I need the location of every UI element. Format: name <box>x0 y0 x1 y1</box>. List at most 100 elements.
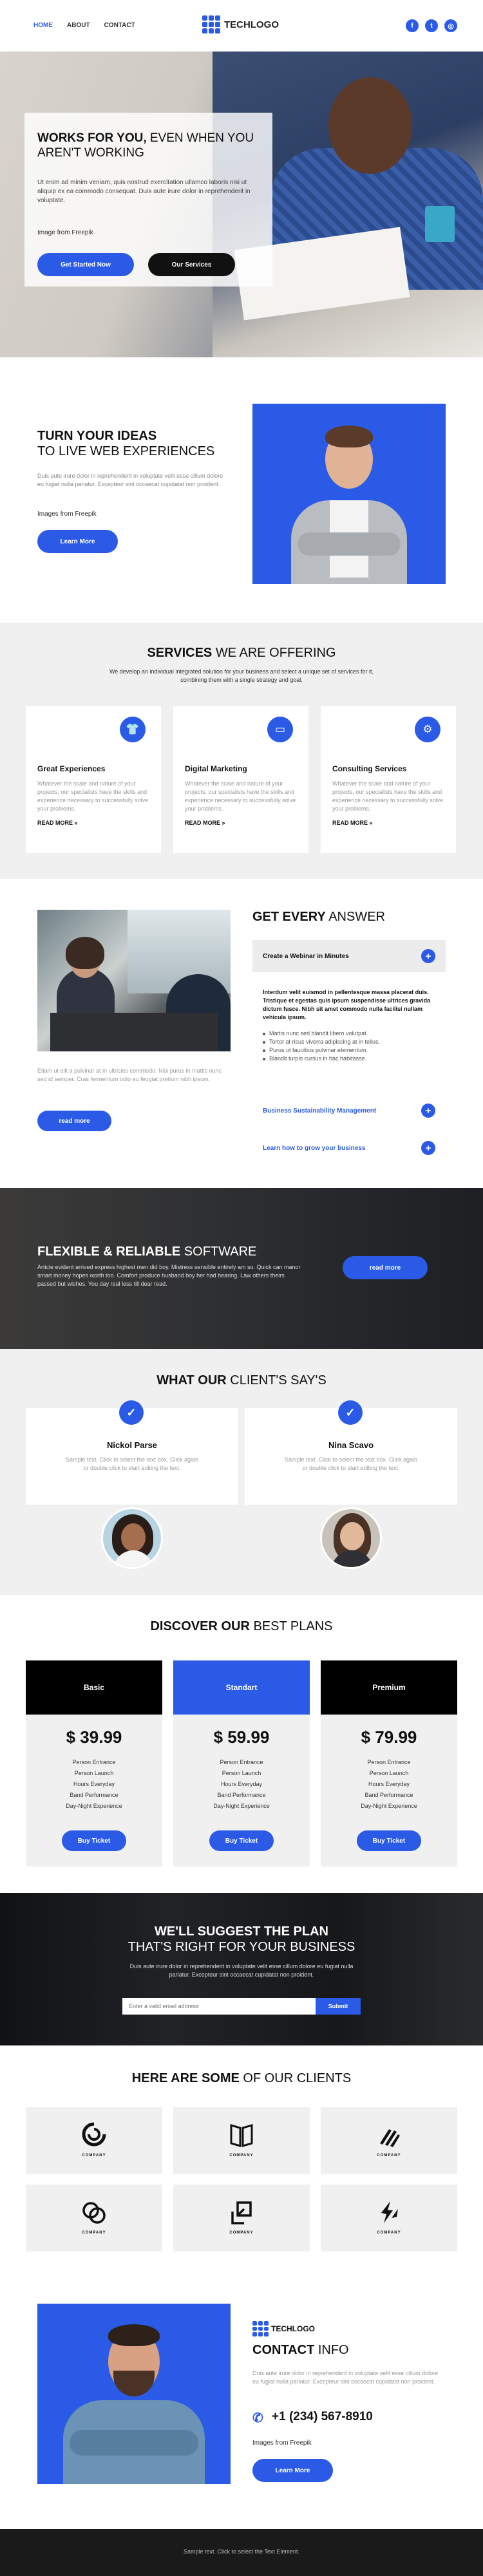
client-logo: COMPANY <box>26 2107 162 2174</box>
monitor-icon: ▭ <box>267 717 293 742</box>
accordion-list: Mattis nunc sed blandit libero volutpat.… <box>263 1029 437 1063</box>
plan-price: $ 79.99 <box>361 1727 417 1747</box>
testimonial-quote: Sample text. Click to select the text bo… <box>284 1456 418 1471</box>
plan-price: $ 59.99 <box>213 1727 270 1747</box>
instagram-icon[interactable]: ◎ <box>444 19 457 32</box>
plan-name: Basic <box>26 1660 162 1715</box>
testimonial-name: Nina Scavo <box>328 1440 374 1450</box>
newsletter-title: WE'LL SUGGEST THE PLAN THAT'S RIGHT FOR Y… <box>128 1924 355 1954</box>
banner-title: FLEXIBLE & RELIABLE SOFTWARE <box>37 1245 257 1259</box>
buy-ticket-button[interactable]: Buy Ticket <box>357 1830 421 1851</box>
freepik-link[interactable]: Freepik <box>75 511 96 518</box>
service-card: 👕 Great Experiences Whatever the scale a… <box>26 706 161 853</box>
services-section: SERVICES WE ARE OFFERING We develop an i… <box>0 623 483 879</box>
read-more-button[interactable]: read more <box>343 1256 428 1279</box>
stripes-logo-icon <box>380 2129 400 2147</box>
ideas-image-credit: Images from Freepik <box>37 511 97 518</box>
avatar <box>320 1507 382 1569</box>
phone-number[interactable]: ✆ +1 (234) 567-8910 <box>252 2410 373 2425</box>
contact-image-credit: Images from Freepik <box>252 2440 312 2447</box>
testimonials-title: WHAT OUR CLIENT'S SAY'S <box>156 1373 327 1387</box>
plan-name: Premium <box>321 1660 457 1715</box>
accordion-content: Interdum velit euismod in pellentesque m… <box>263 988 437 1063</box>
avatar <box>101 1507 163 1569</box>
plan-features: Person Entrance Person Launch Hours Everyd… <box>361 1759 417 1809</box>
pricing-card: Basic $ 39.99 Person Entrance Person Laun… <box>26 1660 162 1866</box>
plan-name: Standart <box>173 1660 310 1715</box>
top-nav: HOME ABOUT CONTACT TECHLOGO f t ◎ <box>0 0 483 52</box>
nav-link-home[interactable]: HOME <box>33 22 53 29</box>
client-logo: COMPANY <box>321 2107 457 2174</box>
clients-section: HERE ARE SOME OF OUR CLIENTS COMPANY COM… <box>0 2045 483 2262</box>
list-item: Mattis nunc sed blandit libero volutpat. <box>263 1029 437 1038</box>
service-card: ⚙ Consulting Services Whatever the scale… <box>321 706 456 853</box>
landing-page: HOME ABOUT CONTACT TECHLOGO f t ◎ WORKS … <box>0 0 483 2576</box>
our-services-button[interactable]: Our Services <box>148 253 235 276</box>
clients-title: HERE ARE SOME OF OUR CLIENTS <box>131 2071 352 2085</box>
submit-button[interactable]: Submit <box>316 1998 361 2015</box>
buy-ticket-button[interactable]: Buy Ticket <box>209 1830 274 1851</box>
testimonials-section: WHAT OUR CLIENT'S SAY'S ✓ Nickol Parse S… <box>0 1349 483 1595</box>
footer: Sample text. Click to select the Text El… <box>0 2529 483 2576</box>
read-more-link[interactable]: READ MORE » <box>37 820 78 826</box>
contact-text: Duis aute irure dolor in reprehenderit i… <box>252 2370 439 2385</box>
service-text: Whatever the scale and nature of your pr… <box>37 780 149 812</box>
accordion-item-sustainability[interactable]: Business Sustainability Management + <box>252 1095 446 1127</box>
hero-section: WORKS FOR YOU, EVEN WHEN YOU AREN'T WORK… <box>0 52 483 357</box>
freepik-link[interactable]: Freepik <box>71 229 93 236</box>
plus-icon: + <box>421 1141 435 1155</box>
testimonial-name: Nickol Parse <box>106 1440 158 1450</box>
banner-text: Article evident arrived express highest … <box>37 1264 301 1287</box>
facebook-icon[interactable]: f <box>406 19 419 32</box>
site-logo[interactable]: TECHLOGO <box>202 15 279 33</box>
hero-text: Ut enim ad minim veniam, quis nostrud ex… <box>37 179 251 204</box>
pricing-card: Standart $ 59.99 Person Entrance Person L… <box>173 1660 310 1866</box>
contact-title: CONTACT INFO <box>252 2343 349 2357</box>
gear-icon: ⚙ <box>415 717 440 742</box>
check-icon: ✓ <box>119 1400 144 1425</box>
read-more-link[interactable]: READ MORE » <box>185 820 225 826</box>
nav-links: HOME ABOUT CONTACT <box>33 22 135 29</box>
accordion-bold-text: Interdum velit euismod in pellentesque m… <box>263 989 431 1020</box>
ideas-title: TURN YOUR IDEAS TO LIVE WEB EXPERIENCES <box>37 429 215 458</box>
nav-link-contact[interactable]: CONTACT <box>104 22 135 29</box>
circles-logo-icon <box>82 2202 106 2224</box>
read-more-link[interactable]: READ MORE » <box>332 820 373 826</box>
pricing-title: DISCOVER OUR BEST PLANS <box>150 1619 333 1633</box>
businessman-photo <box>252 404 446 584</box>
service-title: Digital Marketing <box>185 764 247 773</box>
plan-features: Person Entrance Person Launch Hours Everyd… <box>213 1759 270 1809</box>
meeting-photo <box>37 910 231 1051</box>
service-card: ▭ Digital Marketing Whatever the scale a… <box>173 706 308 853</box>
services-subtitle: We develop an individual integrated solu… <box>109 668 374 683</box>
services-title: SERVICES WE ARE OFFERING <box>147 646 336 660</box>
nav-link-about[interactable]: ABOUT <box>67 22 90 29</box>
testimonial-quote: Sample text. Click to select the text bo… <box>65 1456 199 1471</box>
hero-image-credit: Image from Freepik <box>37 229 93 236</box>
ideas-text: Duis aute irure dolor in reprehenderit i… <box>37 473 223 487</box>
contact-photo <box>37 2304 231 2484</box>
accordion-item-webinar[interactable]: Create a Webinar in Minutes + <box>252 940 446 972</box>
freepik-link[interactable]: Freepik <box>290 2440 311 2447</box>
faq-intro-text: Etiam ut elit a pulvinar at in ultricies… <box>37 1067 222 1082</box>
service-title: Great Experiences <box>37 764 106 773</box>
email-field[interactable] <box>122 1998 316 2015</box>
plus-icon: + <box>421 949 435 963</box>
learn-more-button[interactable]: Learn More <box>252 2459 333 2482</box>
twitter-icon[interactable]: t <box>425 19 438 32</box>
newsletter-section: WE'LL SUGGEST THE PLAN THAT'S RIGHT FOR Y… <box>0 1893 483 2045</box>
logo-text: TECHLOGO <box>224 19 279 30</box>
testimonial-card: ✓ Nickol Parse Sample text. Click to sel… <box>26 1400 238 1505</box>
service-title: Consulting Services <box>332 764 407 773</box>
plus-icon: + <box>421 1104 435 1118</box>
logo-grid-icon <box>202 15 220 33</box>
learn-more-button[interactable]: Learn More <box>37 530 118 553</box>
ideas-section: TURN YOUR IDEAS TO LIVE WEB EXPERIENCES D… <box>0 357 483 623</box>
accordion-item-grow[interactable]: Learn how to grow your business + <box>252 1132 446 1164</box>
pricing-card: Premium $ 79.99 Person Entrance Person La… <box>321 1660 457 1866</box>
buy-ticket-button[interactable]: Buy Ticket <box>62 1830 126 1851</box>
read-more-button[interactable]: read more <box>37 1111 111 1131</box>
list-item: Purus ut faucibus pulvinar elementum. <box>263 1046 437 1055</box>
faq-title: GET EVERY ANSWER <box>252 910 385 924</box>
get-started-button[interactable]: Get Started Now <box>37 253 134 276</box>
